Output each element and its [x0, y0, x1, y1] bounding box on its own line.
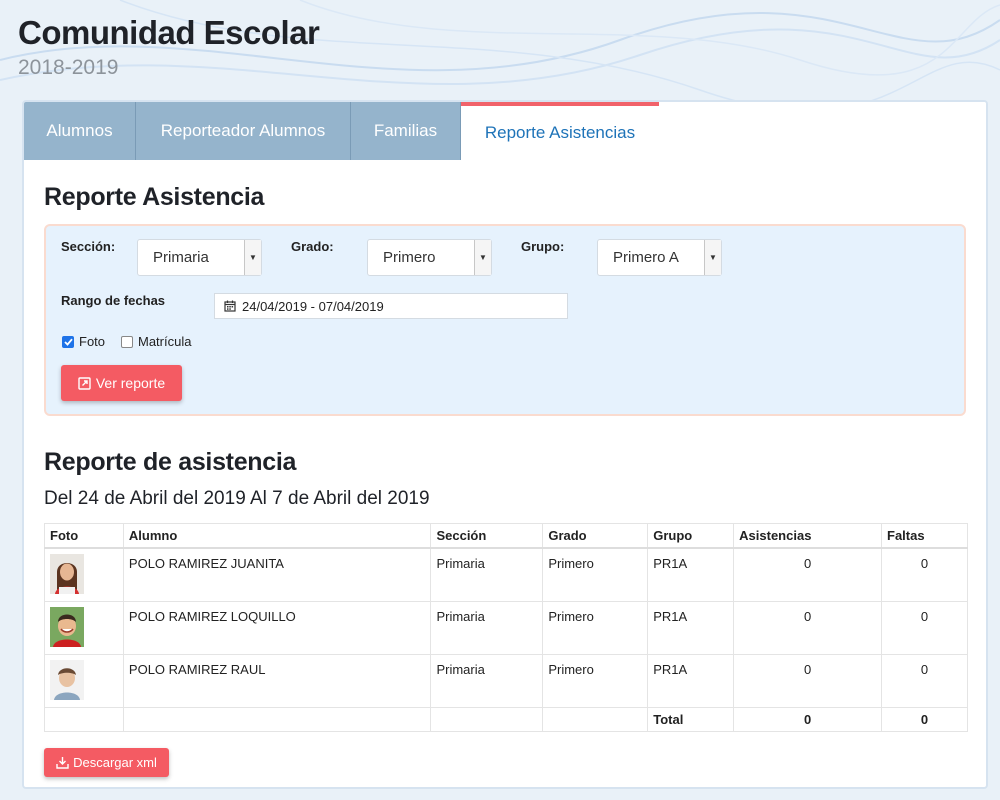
faltas-cell: 0: [881, 601, 968, 655]
attendance-table: Foto Alumno Sección Grado Grupo Asistenc…: [44, 523, 968, 732]
matricula-checkbox[interactable]: Matrícula: [121, 334, 191, 349]
page-title: Reporte Asistencia: [44, 183, 265, 211]
table-row: POLO RAMIREZ LOQUILLO Primaria Primero P…: [44, 601, 968, 655]
student-photo: [50, 607, 84, 647]
grado-label: Grado:: [291, 239, 334, 254]
matricula-label: Matrícula: [138, 334, 192, 349]
ver-reporte-label: Ver reporte: [95, 375, 166, 391]
grado-cell: Primero: [542, 547, 649, 602]
total-faltas: 0: [881, 707, 968, 732]
descargar-xml-button[interactable]: Descargar xml: [44, 748, 169, 777]
foto-checkbox[interactable]: Foto: [62, 334, 105, 349]
foto-label: Foto: [79, 334, 106, 349]
col-header-faltas: Faltas: [881, 523, 968, 549]
table-total-row: Total 0 0: [44, 707, 968, 732]
school-year: 2018-2019: [18, 56, 119, 79]
student-photo: [50, 554, 84, 594]
report-title: Reporte de asistencia: [44, 448, 297, 476]
col-header-grado: Grado: [542, 523, 649, 549]
tab-reporteador-alumnos[interactable]: Reporteador Alumnos: [136, 102, 351, 160]
filter-panel: Sección: Primaria ▼ Grado: Primero ▼ Gru…: [44, 224, 966, 416]
grupo-cell: PR1A: [647, 654, 735, 708]
alumno-cell: POLO RAMIREZ LOQUILLO: [122, 601, 432, 655]
grupo-value: Primero A: [613, 249, 679, 266]
descargar-xml-label: Descargar xml: [73, 755, 157, 770]
report-subtitle: Del 24 de Abril del 2019 Al 7 de Abril d…: [44, 488, 430, 509]
tab-familias[interactable]: Familias: [351, 102, 461, 160]
alumno-cell: POLO RAMIREZ RAUL: [122, 654, 432, 708]
seccion-cell: Primaria: [430, 601, 544, 655]
tab-bar: Alumnos Reporteador Alumnos Familias Rep…: [24, 102, 986, 160]
faltas-cell: 0: [881, 547, 968, 602]
grado-cell: Primero: [542, 654, 649, 708]
seccion-cell: Primaria: [430, 547, 544, 602]
col-header-asistencias: Asistencias: [733, 523, 883, 549]
col-header-alumno: Alumno: [122, 523, 432, 549]
asistencias-cell: 0: [733, 654, 883, 708]
grupo-cell: PR1A: [647, 601, 735, 655]
rango-label: Rango de fechas: [61, 293, 166, 308]
date-range-value: 24/04/2019 - 07/04/2019: [242, 298, 384, 314]
faltas-cell: 0: [881, 654, 968, 708]
table-row: POLO RAMIREZ JUANITA Primaria Primero PR…: [44, 547, 968, 602]
seccion-label: Sección:: [61, 239, 116, 254]
date-range-input[interactable]: 24/04/2019 - 07/04/2019: [214, 293, 568, 319]
total-label: Total: [647, 707, 735, 732]
grado-select[interactable]: Primero ▼: [367, 239, 492, 276]
grupo-label: Grupo:: [521, 239, 565, 254]
table-header-row: Foto Alumno Sección Grado Grupo Asistenc…: [44, 523, 968, 549]
chevron-down-icon: ▼: [474, 240, 491, 275]
grado-cell: Primero: [542, 601, 649, 655]
grupo-select[interactable]: Primero A ▼: [597, 239, 722, 276]
asistencias-cell: 0: [733, 601, 883, 655]
calendar-icon: [224, 300, 236, 312]
tab-reporte-asistencias[interactable]: Reporte Asistencias: [461, 102, 659, 160]
app-title: Comunidad Escolar: [18, 14, 320, 51]
student-photo: [50, 660, 84, 700]
col-header-grupo: Grupo: [647, 523, 735, 549]
asistencias-cell: 0: [733, 547, 883, 602]
grupo-cell: PR1A: [647, 547, 735, 602]
col-header-seccion: Sección: [430, 523, 544, 549]
external-link-icon: [78, 376, 91, 390]
checkbox-checked-icon: [62, 335, 74, 348]
chevron-down-icon: ▼: [704, 240, 721, 275]
col-header-foto: Foto: [44, 523, 124, 549]
tab-alumnos[interactable]: Alumnos: [24, 102, 136, 160]
seccion-select[interactable]: Primaria ▼: [137, 239, 262, 276]
ver-reporte-button[interactable]: Ver reporte: [61, 365, 182, 401]
chevron-down-icon: ▼: [244, 240, 261, 275]
download-icon: [56, 757, 69, 769]
total-asistencias: 0: [733, 707, 883, 732]
checkbox-unchecked-icon: [121, 335, 133, 348]
grado-value: Primero: [383, 249, 436, 266]
table-row: POLO RAMIREZ RAUL Primaria Primero PR1A …: [44, 654, 968, 708]
seccion-value: Primaria: [153, 249, 209, 266]
app-header: Comunidad Escolar 2018-2019: [18, 14, 320, 80]
alumno-cell: POLO RAMIREZ JUANITA: [122, 547, 432, 602]
main-panel: Alumnos Reporteador Alumnos Familias Rep…: [22, 100, 988, 789]
seccion-cell: Primaria: [430, 654, 544, 708]
